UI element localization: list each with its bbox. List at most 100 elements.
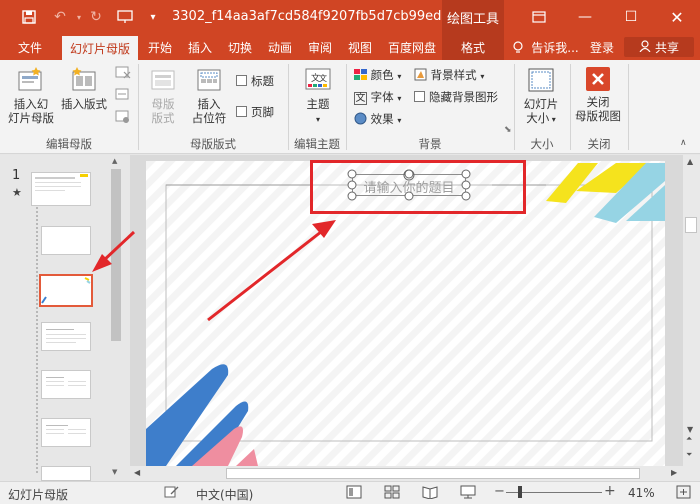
insert-layout-button[interactable]: 插入版式 (58, 66, 110, 111)
insert-layout-icon (72, 67, 96, 91)
normal-view-icon[interactable] (346, 485, 362, 502)
customize-icon[interactable]: ▾ (144, 0, 162, 34)
share-button[interactable]: 共享 (624, 37, 694, 57)
zoom-level[interactable]: 41% (628, 486, 655, 500)
title-checkbox-label: 标题 (251, 74, 274, 88)
palette-icon (354, 68, 367, 82)
language-status[interactable]: 中文(中国) (196, 486, 253, 503)
delete-slide-icon[interactable] (114, 66, 132, 82)
preserve-icon[interactable] (114, 110, 132, 126)
insert-layout-label: 插入版式 (61, 97, 107, 111)
save-icon[interactable] (16, 0, 42, 34)
tab-home[interactable]: 开始 (142, 34, 178, 60)
footer-checkbox-label: 页脚 (251, 105, 274, 119)
next-slide-icon[interactable]: ⏷ (686, 451, 692, 459)
drawing-tools-label: 绘图工具 (442, 0, 504, 34)
scroll-left-icon[interactable]: ◀ (134, 468, 140, 477)
insert-slide-master-label-1: 插入幻 (13, 97, 49, 111)
slide-size-label-2: 大小 (526, 111, 550, 125)
slide-horizontal-scrollbar[interactable]: ◀ ▶ (130, 466, 683, 481)
tab-baidu-netdisk[interactable]: 百度网盘 (382, 34, 442, 60)
zoom-slider-thumb[interactable] (518, 486, 522, 498)
scroll-up-icon[interactable]: ▲ (687, 157, 693, 166)
spelling-icon[interactable] (164, 485, 179, 502)
layout-thumbnail[interactable] (41, 322, 91, 351)
master-layout-button[interactable]: 母版 版式 (142, 66, 184, 125)
effects-icon (354, 112, 367, 126)
scroll-right-icon[interactable]: ▶ (671, 468, 677, 477)
insert-slide-master-icon (18, 67, 42, 91)
insert-placeholder-button[interactable]: 插入 占位符 (184, 66, 234, 125)
tab-view[interactable]: 视图 (342, 34, 378, 60)
master-thumbnail[interactable] (31, 172, 91, 206)
master-layout-label-1: 母版 (151, 97, 175, 111)
close-window-icon[interactable]: ✕ (654, 0, 700, 34)
tell-me-search[interactable]: 告诉我... (528, 34, 582, 60)
slide-vertical-scrollbar[interactable]: ▲ ▼ ⏶ ⏷ (683, 155, 700, 481)
background-dialog-launcher-icon[interactable]: ⬊ (504, 123, 512, 137)
fit-to-window-icon[interactable] (676, 485, 691, 502)
slide-sorter-icon[interactable] (384, 485, 400, 502)
layout-thumbnail[interactable] (41, 370, 91, 399)
rename-icon[interactable] (114, 88, 132, 104)
group-edit-theme-label: 编辑主题 (294, 137, 340, 151)
tab-transitions[interactable]: 切换 (222, 34, 258, 60)
view-name-status: 幻灯片母版 (8, 488, 69, 502)
effects-button[interactable]: 效果 ▾ (354, 112, 401, 128)
ribbon: 插入幻 灯片母版 插入版式 编辑母版 母版 版式 插入 占位符 标题 页脚 母版… (0, 60, 700, 154)
layout-thumbnail-selected[interactable] (39, 274, 93, 307)
zoom-out-icon[interactable]: − (494, 484, 505, 499)
fonts-button[interactable]: 文 字体 ▾ (354, 90, 401, 106)
tab-format[interactable]: 格式 (442, 34, 504, 60)
background-styles-button[interactable]: 背景样式 ▾ (414, 68, 484, 84)
user-icon (639, 39, 651, 55)
theme-dropdown-icon: ▾ (315, 115, 320, 124)
tab-animations[interactable]: 动画 (262, 34, 298, 60)
layout-thumbnail[interactable] (41, 418, 91, 447)
hide-background-checkbox[interactable]: 隐藏背景图形 (414, 90, 498, 104)
maximize-icon[interactable]: ☐ (608, 0, 654, 34)
horizontal-scroll-thumb[interactable] (226, 468, 640, 479)
slideshow-icon[interactable] (460, 485, 476, 502)
group-close-label: 关闭 (587, 137, 611, 151)
reading-view-icon[interactable] (422, 485, 438, 502)
hide-background-checkbox-box[interactable] (414, 91, 425, 102)
previous-slide-icon[interactable]: ⏶ (686, 435, 692, 443)
redo-icon[interactable]: ↻ (84, 0, 108, 34)
close-master-view-button[interactable]: 关闭 母版视图 (572, 66, 624, 123)
thumbnail-scrollbar[interactable]: ▲ ▼ (108, 155, 124, 481)
status-bar: 幻灯片母版 中文(中国) − + 41% (0, 481, 700, 504)
ribbon-display-icon[interactable] (516, 0, 562, 34)
layout-thumbnail[interactable] (41, 226, 91, 255)
effects-label: 效果 (370, 112, 394, 126)
footer-checkbox-box[interactable] (236, 106, 247, 117)
present-icon[interactable] (112, 0, 138, 34)
colors-button[interactable]: 颜色 ▾ (354, 68, 401, 84)
close-master-label-1: 关闭 (586, 95, 610, 109)
tab-file[interactable]: 文件 (4, 34, 56, 60)
undo-icon[interactable]: ↶ (48, 0, 72, 34)
slide-size-button[interactable]: 幻灯片 大小 ▾ (518, 66, 564, 127)
tab-insert[interactable]: 插入 (182, 34, 218, 60)
vertical-scroll-thumb[interactable] (685, 217, 697, 233)
tab-review[interactable]: 审阅 (302, 34, 338, 60)
title-checkbox[interactable]: 标题 (236, 74, 274, 88)
theme-button[interactable]: 文文 主题 ▾ (296, 66, 340, 127)
svg-text:文: 文 (319, 73, 327, 83)
collapse-ribbon-icon[interactable]: ∧ (680, 136, 687, 150)
minimize-icon[interactable]: — (562, 0, 608, 34)
thumbnail-scroll-thumb[interactable] (111, 169, 121, 341)
title-bar: ↶ ▾ ↻ ▾ 3302_f14aa3af7cd584f9207fb5d7cb9… (0, 0, 700, 34)
zoom-in-icon[interactable]: + (604, 483, 616, 499)
title-checkbox-box[interactable] (236, 75, 247, 86)
scroll-up-icon[interactable]: ▲ (112, 157, 117, 165)
tab-slide-master[interactable]: 幻灯片母版 (62, 36, 138, 60)
scroll-down-icon[interactable]: ▼ (687, 425, 693, 434)
colors-label: 颜色 (370, 68, 394, 82)
login-link[interactable]: 登录 (584, 34, 620, 60)
footer-checkbox[interactable]: 页脚 (236, 105, 274, 119)
layout-thumbnail[interactable] (41, 466, 91, 481)
insert-slide-master-button[interactable]: 插入幻 灯片母版 (6, 66, 56, 125)
lightbulb-icon (510, 34, 526, 60)
scroll-down-icon[interactable]: ▼ (112, 468, 117, 476)
